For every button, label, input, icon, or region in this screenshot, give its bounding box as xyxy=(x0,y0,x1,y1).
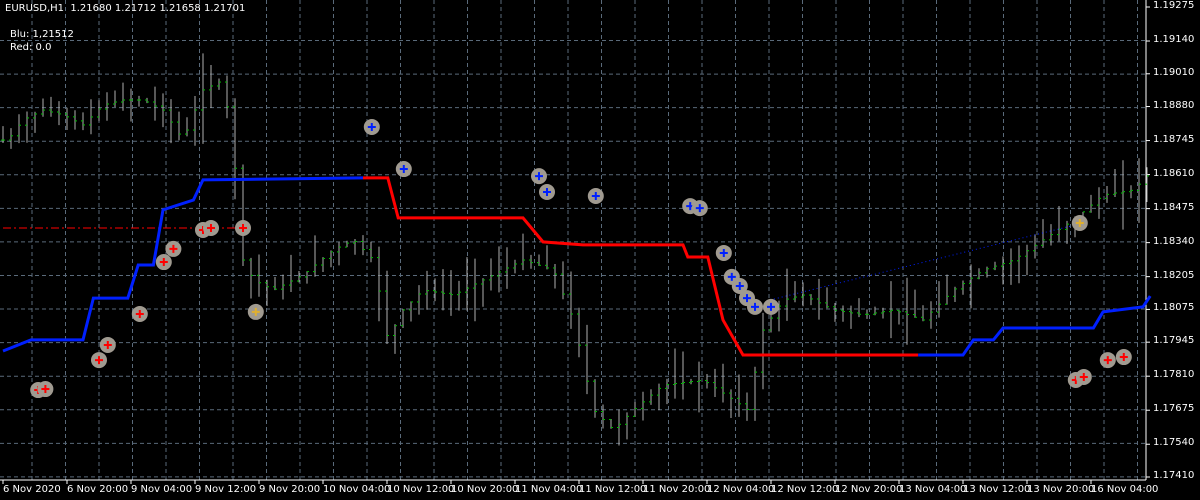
price-chart[interactable] xyxy=(0,0,1200,500)
y-tick-label: 1.17675 xyxy=(1153,403,1195,415)
x-tick-label: 9 Nov 20:00 xyxy=(259,484,321,495)
x-tick-label: 12 Nov 20:00 xyxy=(835,484,903,495)
y-tick-label: 1.17410 xyxy=(1153,470,1195,481)
dotted-trend-line xyxy=(769,224,1076,301)
x-tick-label: 11 Nov 20:00 xyxy=(643,484,711,495)
symbol-header: EURUSD,H1 1.21680 1.21712 1.21658 1.2170… xyxy=(5,3,245,14)
y-tick-label: 1.18610 xyxy=(1153,167,1195,179)
y-tick-label: 1.19275 xyxy=(1153,0,1195,11)
x-tick-label: 11 Nov 12:00 xyxy=(579,484,647,495)
x-tick-label: 13 Nov 20:00 xyxy=(1027,484,1095,495)
x-tick-label: 13 Nov 12:00 xyxy=(963,484,1031,495)
y-tick-label: 1.17945 xyxy=(1153,335,1195,347)
y-tick-label: 1.18205 xyxy=(1153,269,1195,281)
x-tick-label: 12 Nov 04:00 xyxy=(707,484,775,495)
y-tick-label: 1.18340 xyxy=(1153,235,1195,247)
x-tick-label: 13 Nov 04:00 xyxy=(899,484,967,495)
x-tick-label: 6 Nov 2020 xyxy=(3,484,61,495)
indicator-line-red xyxy=(363,176,919,357)
y-tick-label: 1.18075 xyxy=(1153,302,1195,314)
ohlc-values: 1.21680 1.21712 1.21658 1.21701 xyxy=(70,3,246,14)
x-tick-label: 12 Nov 12:00 xyxy=(771,484,839,495)
y-tick-label: 1.18745 xyxy=(1153,133,1195,145)
y-tick-label: 1.19010 xyxy=(1153,66,1195,78)
y-tick-label: 1.18880 xyxy=(1153,99,1195,111)
x-tick-label: 10 Nov 20:00 xyxy=(451,484,519,495)
indicator-line-blue-2 xyxy=(918,295,1152,357)
blu-value: Blu: 1,21512 xyxy=(10,29,74,40)
chart-window[interactable]: EURUSD,H1 1.21680 1.21712 1.21658 1.2170… xyxy=(0,0,1200,500)
y-tick-label: 1.18475 xyxy=(1153,201,1195,213)
indicator-line-blue-1 xyxy=(2,176,364,353)
x-tick-label: 6 Nov 20:00 xyxy=(67,484,129,495)
x-tick-label: 9 Nov 12:00 xyxy=(195,484,257,495)
x-tick-label: 10 Nov 12:00 xyxy=(387,484,455,495)
y-tick-label: 1.17540 xyxy=(1153,437,1195,449)
y-tick-label: 1.17810 xyxy=(1153,369,1195,381)
x-tick-label: 9 Nov 04:00 xyxy=(131,484,193,495)
symbol-label: EURUSD,H1 xyxy=(5,3,65,14)
y-tick-label: 1.19140 xyxy=(1153,34,1195,46)
x-tick-label: 11 Nov 04:00 xyxy=(515,484,583,495)
x-tick-label: 10 Nov 04:00 xyxy=(323,484,391,495)
red-value: Red: 0.0 xyxy=(10,42,52,53)
x-tick-label: 16 Nov 04:00 xyxy=(1091,484,1159,495)
